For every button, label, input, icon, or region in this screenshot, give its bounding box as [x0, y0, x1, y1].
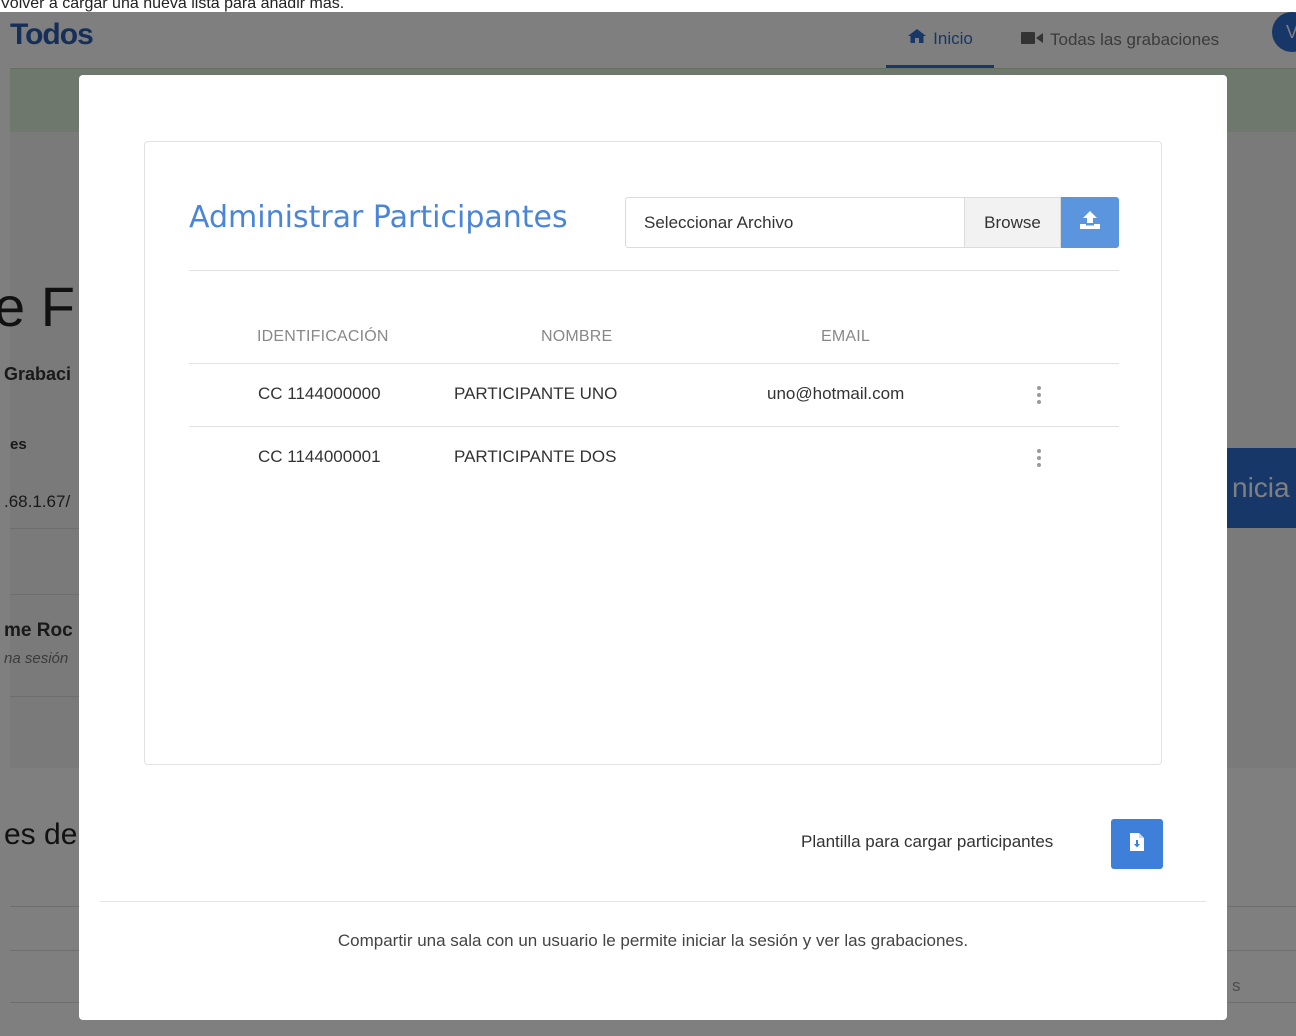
cell-nombre: PARTICIPANTE UNO [454, 384, 618, 403]
column-header-identificacion: IDENTIFICACIÓN [257, 328, 389, 345]
cell-identificacion: CC 1144000001 [258, 447, 381, 466]
download-template-button[interactable] [1111, 819, 1163, 869]
card-divider [189, 270, 1119, 271]
template-label: Plantilla para cargar participantes [801, 832, 1054, 851]
row-actions-icon[interactable] [1029, 382, 1049, 408]
column-header-email: EMAIL [821, 328, 871, 345]
file-download-icon [1129, 832, 1145, 857]
browse-label: Browse [984, 212, 1041, 232]
browse-button[interactable]: Browse [965, 197, 1061, 248]
upload-icon [1079, 210, 1101, 235]
file-upload-group: Seleccionar Archivo Browse [625, 197, 1119, 248]
manage-participants-modal: Administrar Participantes Seleccionar Ar… [79, 75, 1227, 1020]
notice-text: Volver a cargar una nueva lista para aña… [0, 0, 345, 12]
modal-footer-divider [100, 901, 1206, 902]
upload-button[interactable] [1061, 197, 1119, 248]
cell-identificacion: CC 1144000000 [258, 384, 381, 403]
notice-bar: Volver a cargar una nueva lista para aña… [0, 0, 1296, 12]
participants-table: IDENTIFICACIÓN NOMBRE EMAIL CC 114400000… [189, 312, 1119, 490]
file-select-input[interactable]: Seleccionar Archivo [625, 197, 965, 248]
table-row: CC 1144000001 PARTICIPANTE DOS [189, 427, 1119, 490]
table-row: CC 1144000000 PARTICIPANTE UNO uno@hotma… [189, 364, 1119, 427]
column-header-nombre: NOMBRE [541, 328, 613, 345]
table-header: IDENTIFICACIÓN NOMBRE EMAIL [189, 312, 1119, 364]
participants-card: Administrar Participantes Seleccionar Ar… [144, 141, 1162, 765]
cell-email: uno@hotmail.com [767, 384, 905, 403]
modal-title: Administrar Participantes [189, 200, 568, 235]
file-select-placeholder: Seleccionar Archivo [644, 212, 794, 232]
cell-nombre: PARTICIPANTE DOS [454, 447, 617, 466]
row-actions-icon[interactable] [1029, 445, 1049, 471]
footer-note: Compartir una sala con un usuario le per… [337, 931, 969, 950]
